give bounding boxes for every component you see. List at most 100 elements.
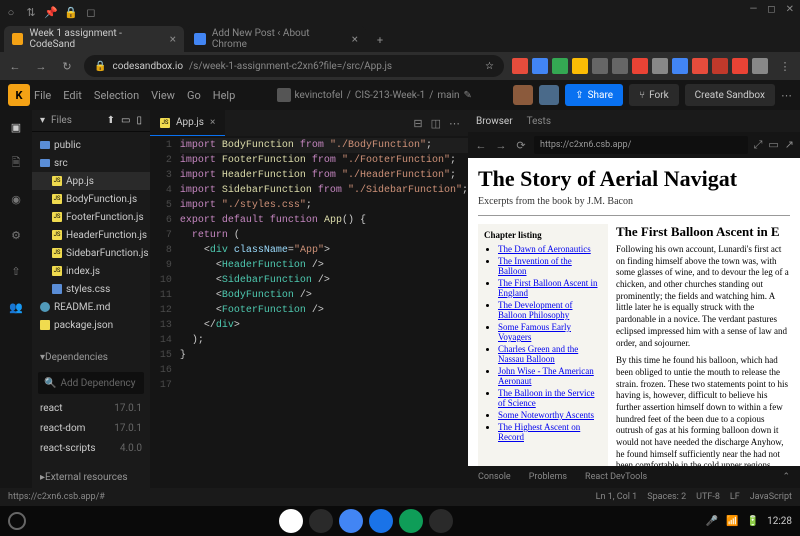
new-folder-icon[interactable]: ▭ [121, 115, 130, 126]
file-App-js[interactable]: JSApp.js [32, 172, 150, 190]
extension-icon[interactable] [572, 58, 588, 74]
new-tab-button[interactable]: + [368, 28, 392, 52]
expand-icon[interactable]: ⤢ [754, 138, 763, 152]
file-icon[interactable]: 🗎 [7, 154, 25, 172]
extension-icon[interactable] [632, 58, 648, 74]
pencil-icon[interactable]: ✎ [464, 90, 472, 101]
extension-icon[interactable] [732, 58, 748, 74]
taskbar-app-clipboard[interactable] [309, 509, 333, 533]
settings-icon[interactable]: ⚙ [7, 226, 25, 244]
language-mode[interactable]: JavaScript [750, 492, 792, 502]
dependency-react-dom[interactable]: react-dom17.0.1 [32, 418, 150, 438]
chevron-up-icon[interactable]: ⌃ [782, 472, 790, 482]
editor-tab[interactable]: JS App.js × [150, 110, 225, 136]
file-styles-css[interactable]: styles.css [32, 280, 150, 298]
tab-tests[interactable]: Tests [527, 116, 551, 127]
browser-tab[interactable]: Week 1 assignment - CodeSand × [4, 26, 184, 52]
file-SidebarFunction-js[interactable]: JSSidebarFunction.js [32, 244, 150, 262]
browser-tab[interactable]: Add New Post ‹ About Chrome × [186, 26, 366, 52]
extension-icon[interactable] [612, 58, 628, 74]
menu-go[interactable]: Go [187, 89, 201, 102]
extension-icon[interactable] [592, 58, 608, 74]
extension-icon[interactable] [672, 58, 688, 74]
menu-file[interactable]: File [34, 89, 51, 102]
file-HeaderFunction-js[interactable]: JSHeaderFunction.js [32, 226, 150, 244]
dependency-react-scripts[interactable]: react-scripts4.0.0 [32, 438, 150, 458]
user-avatar[interactable] [513, 85, 533, 105]
close-icon[interactable]: × [210, 117, 215, 128]
menu-view[interactable]: View [151, 89, 175, 102]
minimize-button[interactable]: — [749, 4, 757, 15]
file-README-md[interactable]: README.md [32, 298, 150, 316]
extension-icon[interactable] [532, 58, 548, 74]
fork-button[interactable]: ⑂Fork [629, 84, 679, 106]
star-icon[interactable]: ☆ [485, 61, 494, 72]
reload-button[interactable]: ⟳ [514, 139, 528, 152]
launcher-button[interactable] [8, 512, 26, 530]
tab-browser[interactable]: Browser [476, 116, 513, 127]
extension-icon[interactable] [692, 58, 708, 74]
chevron-down-icon[interactable]: ▾ [40, 115, 45, 126]
diff-icon[interactable]: ⊟ [413, 117, 422, 130]
clock[interactable]: 12:28 [767, 516, 792, 527]
maximize-button[interactable]: ◻ [767, 4, 775, 15]
chapter-link[interactable]: John Wise - The American Aeronaut [498, 366, 602, 386]
battery-icon[interactable]: 🔋 [747, 516, 759, 527]
close-button[interactable]: ✕ [786, 4, 794, 15]
new-file-icon[interactable]: ▯ [136, 115, 142, 126]
breadcrumb-owner[interactable]: kevinctofel [295, 90, 343, 101]
chapter-link[interactable]: The Balloon in the Service of Science [498, 388, 602, 408]
menu-help[interactable]: Help [213, 89, 236, 102]
taskbar-app-terminal[interactable] [429, 509, 453, 533]
file-package-json[interactable]: package.json [32, 316, 150, 334]
extension-icon[interactable] [552, 58, 568, 74]
preview-url-input[interactable]: https://c2xn6.csb.app/ [534, 136, 748, 154]
reload-button[interactable]: ↻ [58, 57, 76, 75]
file-index-js[interactable]: JSindex.js [32, 262, 150, 280]
split-icon[interactable]: ◫ [431, 117, 441, 130]
chapter-link[interactable]: Charles Green and the Nassau Balloon [498, 344, 602, 364]
address-bar[interactable]: 🔒 codesandbox.io/s/week-1-assignment-c2x… [84, 55, 504, 77]
menu-edit[interactable]: Edit [63, 89, 82, 102]
chapter-link[interactable]: The Highest Ascent on Record [498, 422, 602, 442]
encoding[interactable]: UTF-8 [696, 492, 720, 502]
extension-icon[interactable] [752, 58, 768, 74]
upload-icon[interactable]: ⬆ [107, 115, 115, 126]
taskbar-app-photos[interactable] [339, 509, 363, 533]
breadcrumb-branch[interactable]: main [437, 90, 459, 101]
chapter-link[interactable]: Some Noteworthy Ascents [498, 410, 602, 420]
breadcrumb-repo[interactable]: CIS-213-Week-1 [355, 90, 425, 101]
forward-button[interactable]: → [32, 57, 50, 75]
github-icon[interactable]: ◉ [7, 190, 25, 208]
add-dependency-input[interactable]: 🔍Add Dependency [38, 372, 144, 394]
code-content[interactable]: import BodyFunction from "./BodyFunction… [180, 136, 468, 488]
chapter-link[interactable]: The Development of Balloon Philosophy [498, 300, 602, 320]
user-avatar[interactable] [539, 85, 559, 105]
extension-icon[interactable] [712, 58, 728, 74]
file-src[interactable]: src [32, 154, 150, 172]
file-public[interactable]: public [32, 136, 150, 154]
tab-close-icon[interactable]: × [352, 32, 358, 46]
chapter-link[interactable]: The Dawn of Aeronautics [498, 244, 602, 254]
users-icon[interactable]: 👥 [7, 298, 25, 316]
menu-button[interactable]: ⋮ [776, 57, 794, 75]
create-sandbox-button[interactable]: Create Sandbox [685, 84, 775, 106]
code-editor[interactable]: 1234567891011121314151617 import BodyFun… [150, 136, 468, 488]
menu-selection[interactable]: Selection [94, 89, 139, 102]
tab-console[interactable]: Console [478, 472, 511, 482]
cursor-position[interactable]: Ln 1, Col 1 [596, 492, 638, 502]
file-BodyFunction-js[interactable]: JSBodyFunction.js [32, 190, 150, 208]
forward-button[interactable]: → [494, 139, 508, 152]
chapter-link[interactable]: The First Balloon Ascent in England [498, 278, 602, 298]
mic-icon[interactable]: 🎤 [706, 516, 718, 527]
eol[interactable]: LF [730, 492, 740, 502]
tab-close-icon[interactable]: × [170, 32, 176, 46]
wifi-icon[interactable]: 📶 [726, 516, 738, 527]
taskbar-app-chrome[interactable] [279, 509, 303, 533]
extension-icon[interactable] [652, 58, 668, 74]
chapter-link[interactable]: Some Famous Early Voyagers [498, 322, 602, 342]
tab-react-devtools[interactable]: React DevTools [585, 472, 647, 482]
file-FooterFunction-js[interactable]: JSFooterFunction.js [32, 208, 150, 226]
share-button[interactable]: ⇪Share [565, 84, 623, 106]
indent-setting[interactable]: Spaces: 2 [647, 492, 686, 502]
